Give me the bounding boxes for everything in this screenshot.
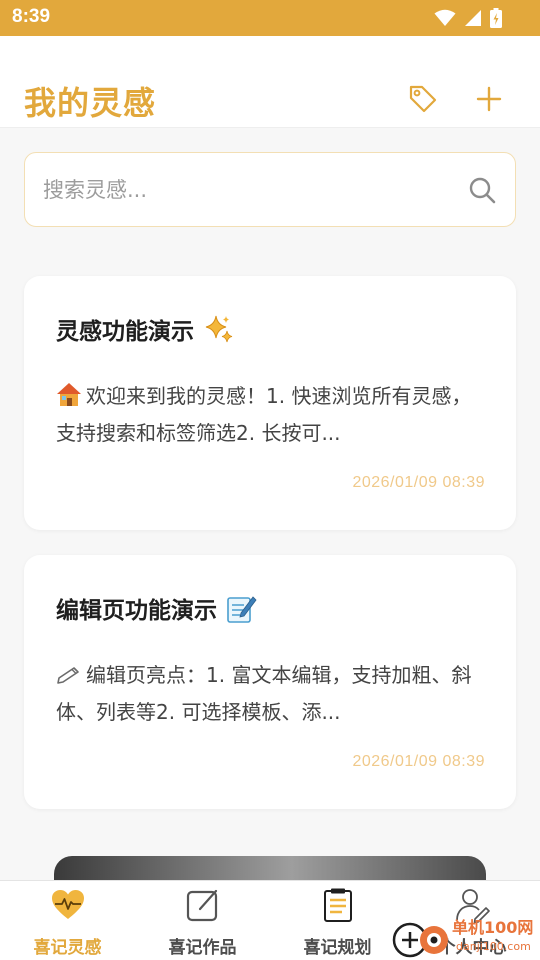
status-bar: 8:39	[0, 0, 540, 36]
house-icon	[57, 383, 81, 406]
card-body-text: 编辑页亮点：1. 富文本编辑，支持加粗、斜体、列表等2. 可选择模板、添...	[56, 663, 472, 724]
status-icons	[434, 8, 502, 28]
tab-works[interactable]: 喜记作品	[135, 881, 270, 960]
watermark-text: 单机100网	[452, 918, 534, 937]
status-time: 8:39	[12, 6, 51, 27]
card-body: 编辑页亮点：1. 富文本编辑，支持加粗、斜体、列表等2. 可选择模板、添...	[56, 657, 486, 731]
watermark-url: danji100.com	[456, 940, 531, 953]
card-title-text: 编辑页功能演示	[56, 598, 217, 624]
pencil-icon	[57, 667, 79, 684]
search-box[interactable]	[24, 152, 516, 227]
clipboard-icon	[323, 888, 352, 922]
wifi-icon	[434, 9, 456, 26]
inspiration-card[interactable]: 编辑页功能演示 编辑页亮点：1. 富文本编辑，支持加粗、斜体、列表等2. 可选择…	[24, 555, 516, 809]
sparkles-icon	[205, 315, 233, 343]
heart-pulse-icon	[51, 890, 84, 919]
battery-icon	[490, 8, 502, 28]
card-body-text: 欢迎来到我的灵感！1. 快速浏览所有灵感，支持搜索和标签筛选2. 长按可...	[56, 384, 472, 445]
search-icon[interactable]	[467, 175, 497, 205]
inspiration-card[interactable]: 灵感功能演示 欢迎来到我的灵感！1. 快速浏览所有灵感，支持搜索和标签筛选2. …	[24, 276, 516, 530]
memo-icon	[227, 596, 257, 623]
tag-button[interactable]	[406, 82, 440, 116]
app-header: 我的灵感	[0, 36, 540, 128]
card-date: 2026/01/09 08:39	[352, 474, 485, 491]
plus-icon	[476, 86, 502, 112]
watermark-logo: 单机100网 danji100.com	[392, 916, 540, 960]
card-date: 2026/01/09 08:39	[352, 753, 485, 770]
tab-label: 喜记灵感	[33, 938, 102, 958]
edit-square-icon	[186, 889, 217, 922]
card-title: 灵感功能演示	[56, 312, 234, 346]
tab-planning[interactable]: 喜记规划	[270, 881, 405, 960]
watermark-icon	[392, 922, 448, 958]
add-button[interactable]	[472, 82, 506, 116]
card-body: 欢迎来到我的灵感！1. 快速浏览所有灵感，支持搜索和标签筛选2. 长按可...	[56, 378, 486, 452]
card-title-text: 灵感功能演示	[56, 319, 194, 345]
tab-label: 喜记作品	[168, 938, 237, 958]
tab-inspiration[interactable]: 喜记灵感	[0, 881, 135, 960]
search-input[interactable]	[43, 167, 443, 213]
signal-icon	[465, 10, 481, 26]
page-title: 我的灵感	[24, 84, 157, 122]
card-title: 编辑页功能演示	[56, 591, 257, 625]
tag-icon	[409, 85, 437, 113]
tab-label: 喜记规划	[303, 938, 372, 958]
